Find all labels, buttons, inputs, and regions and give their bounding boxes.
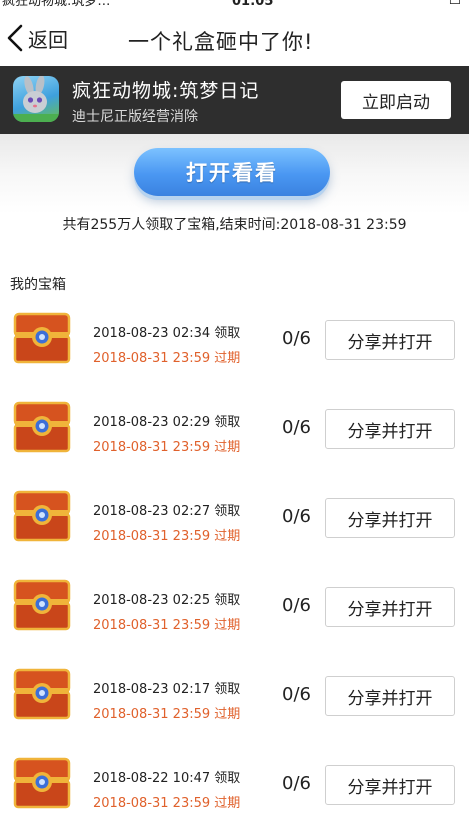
treasure-chest-icon <box>13 399 71 455</box>
status-bar: 疯狂动物城:筑梦… 01:05 ▭ <box>0 0 469 10</box>
launch-button[interactable]: 立即启动 <box>341 81 451 119</box>
list-item: 2018-08-23 02:25 领取 2018-08-31 23:59 过期 … <box>0 567 469 656</box>
expire-time: 2018-08-31 23:59 过期 <box>93 440 241 455</box>
share-open-button[interactable]: 分享并打开 <box>325 587 455 627</box>
share-open-button[interactable]: 分享并打开 <box>325 320 455 360</box>
open-progress: 0/6 <box>282 595 311 616</box>
claimed-time: 2018-08-23 02:34 领取 <box>93 326 241 341</box>
treasure-chest-icon <box>13 310 71 366</box>
share-open-button[interactable]: 分享并打开 <box>325 409 455 449</box>
back-button[interactable]: 返回 <box>4 22 68 54</box>
app-title: 疯狂动物城:筑梦日记 <box>72 80 260 102</box>
expire-time: 2018-08-31 23:59 过期 <box>93 707 241 722</box>
app-banner: 疯狂动物城:筑梦日记 迪士尼正版经营消除 立即启动 <box>0 66 469 134</box>
expire-time: 2018-08-31 23:59 过期 <box>93 618 241 633</box>
share-open-button[interactable]: 分享并打开 <box>325 498 455 538</box>
claim-summary: 共有255万人领取了宝箱,结束时间:2018-08-31 23:59 <box>62 217 407 233</box>
hero-area: 打开看看 共有255万人领取了宝箱,结束时间:2018-08-31 23:59 <box>0 134 469 254</box>
list-item: 2018-08-23 02:17 领取 2018-08-31 23:59 过期 … <box>0 656 469 745</box>
section-label-my-boxes: 我的宝箱 <box>10 277 66 293</box>
share-open-button[interactable]: 分享并打开 <box>325 676 455 716</box>
nav-bar: 返回 一个礼盒砸中了你! <box>0 10 469 66</box>
app-subtitle: 迪士尼正版经营消除 <box>72 109 198 125</box>
treasure-chest-icon <box>13 755 71 811</box>
app-icon[interactable] <box>13 76 59 122</box>
expire-time: 2018-08-31 23:59 过期 <box>93 796 241 811</box>
claimed-time: 2018-08-22 10:47 领取 <box>93 771 241 786</box>
battery-icon: ▭ <box>448 0 461 9</box>
claimed-time: 2018-08-23 02:17 领取 <box>93 682 241 697</box>
back-label: 返回 <box>28 27 68 52</box>
list-item: 2018-08-22 10:47 领取 2018-08-31 23:59 过期 … <box>0 745 469 834</box>
claimed-time: 2018-08-23 02:27 领取 <box>93 504 241 519</box>
open-progress: 0/6 <box>282 417 311 438</box>
treasure-chest-icon <box>13 577 71 633</box>
open-progress: 0/6 <box>282 684 311 705</box>
expire-time: 2018-08-31 23:59 过期 <box>93 529 241 544</box>
open-progress: 0/6 <box>282 506 311 527</box>
open-progress: 0/6 <box>282 328 311 349</box>
chevron-left-icon <box>7 24 23 52</box>
open-button[interactable]: 打开看看 <box>134 148 330 196</box>
share-open-button[interactable]: 分享并打开 <box>325 765 455 805</box>
status-time: 01:05 <box>232 0 274 9</box>
list-item: 2018-08-23 02:34 领取 2018-08-31 23:59 过期 … <box>0 300 469 389</box>
treasure-chest-icon <box>13 488 71 544</box>
treasure-chest-icon <box>13 666 71 722</box>
list-item: 2018-08-23 02:27 领取 2018-08-31 23:59 过期 … <box>0 478 469 567</box>
open-progress: 0/6 <box>282 773 311 794</box>
list-item: 2018-08-23 02:29 领取 2018-08-31 23:59 过期 … <box>0 389 469 478</box>
claimed-time: 2018-08-23 02:29 领取 <box>93 415 241 430</box>
claimed-time: 2018-08-23 02:25 领取 <box>93 593 241 608</box>
status-app-name: 疯狂动物城:筑梦… <box>2 0 111 9</box>
expire-time: 2018-08-31 23:59 过期 <box>93 351 241 366</box>
page-title: 一个礼盒砸中了你! <box>128 30 314 54</box>
